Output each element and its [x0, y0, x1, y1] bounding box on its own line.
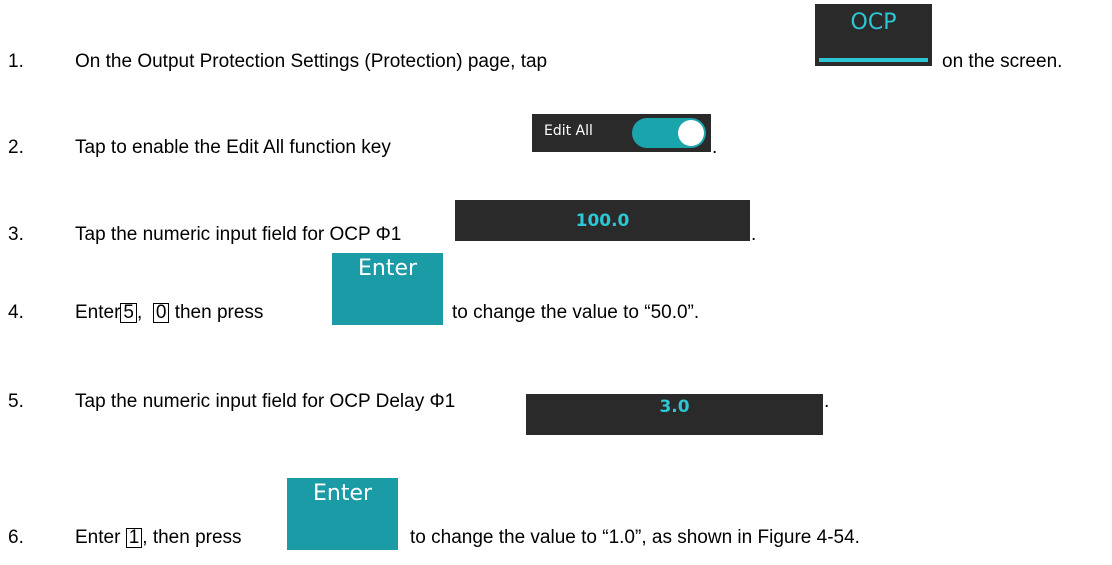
- step-6-then-press: , then press: [142, 527, 242, 548]
- edit-all-toggle-image: Edit All: [532, 114, 711, 152]
- key-1-box: 1: [125, 528, 143, 548]
- ocp-delay-field-image: 3.0: [526, 394, 823, 435]
- enter-key-label-1: Enter: [357, 256, 418, 281]
- step-5-tail: .: [824, 391, 830, 412]
- step-4-then-press: then press: [174, 302, 264, 323]
- ocp-value: 100.0: [575, 210, 630, 231]
- enter-key-image-1: Enter: [332, 253, 443, 325]
- step-4-text: Enter 5, 0 then press: [75, 302, 263, 324]
- enter-key-label-2: Enter: [312, 481, 373, 506]
- step-4-comma: ,: [137, 302, 143, 323]
- ocp-tab-label: OCP: [850, 10, 897, 35]
- toggle-knob: [678, 120, 704, 146]
- ocp-tab-image: OCP: [815, 4, 932, 66]
- step-4-enter-word: Enter: [75, 302, 121, 323]
- edit-all-label: Edit All: [544, 123, 593, 139]
- ocp-value-field-image: 100.0: [455, 200, 750, 241]
- step-4-tail: to change the value to “50.0”.: [452, 302, 700, 323]
- ocp-tab-underline: [819, 58, 928, 62]
- key-5-box: 5: [120, 303, 137, 323]
- step-1-text: On the Output Protection Settings (Prote…: [75, 51, 548, 72]
- ocp-delay-value: 3.0: [659, 397, 690, 418]
- step-1-tail: on the screen.: [942, 51, 1063, 72]
- enter-key-image-2: Enter: [287, 478, 398, 550]
- step-2-text: Tap to enable the Edit All function key: [75, 137, 391, 158]
- step-1-number: 1.: [8, 51, 24, 72]
- step-3-tail: .: [751, 224, 757, 245]
- step-5-text: Tap the numeric input field for OCP Dela…: [75, 391, 456, 412]
- step-2-number: 2.: [8, 137, 24, 158]
- step-6-enter-word: Enter: [75, 527, 121, 548]
- toggle-switch-icon: [632, 118, 706, 148]
- step-3-number: 3.: [8, 224, 24, 245]
- key-0-box: 0: [152, 303, 170, 323]
- step-6-tail: to change the value to “1.0”, as shown i…: [410, 527, 860, 548]
- step-6-text: Enter 1, then press: [75, 527, 242, 549]
- step-2-tail: .: [712, 137, 718, 158]
- step-3-text: Tap the numeric input field for OCP Φ1: [75, 224, 402, 245]
- step-6-number: 6.: [8, 527, 24, 548]
- step-5-number: 5.: [8, 391, 24, 412]
- step-4-number: 4.: [8, 302, 24, 323]
